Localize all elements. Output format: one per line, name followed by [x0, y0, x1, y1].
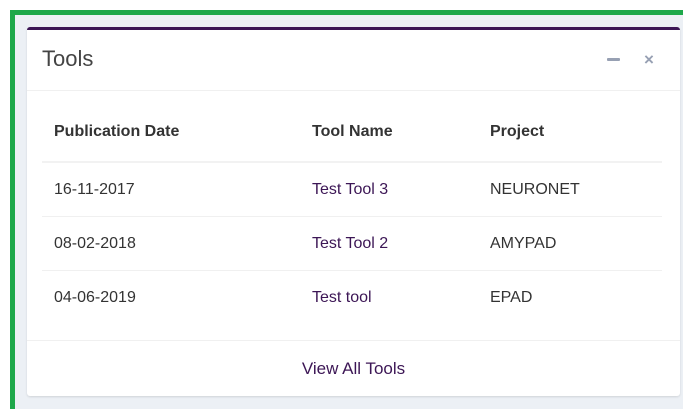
header-publication-date: Publication Date — [42, 103, 300, 163]
tool-name-cell: Test tool — [300, 271, 478, 325]
box-title: Tools — [42, 46, 94, 71]
tools-box: Tools × Publication Date Tool Name Proje… — [27, 27, 680, 396]
minus-icon — [606, 57, 620, 61]
remove-button[interactable]: × — [639, 48, 659, 70]
project-cell: EPAD — [490, 288, 533, 306]
project-cell: NEURONET — [478, 162, 662, 217]
tool-link[interactable]: Test Tool 3 — [312, 181, 388, 198]
box-footer: View All Tools — [27, 340, 680, 396]
box-header: Tools × — [27, 30, 680, 91]
project-cell: AMYPAD — [478, 216, 662, 271]
table-row: 16-11-2017 Test Tool 3 NEURONET — [42, 162, 662, 217]
tools-table: Publication Date Tool Name Project 16-11… — [42, 103, 662, 324]
table-row: 08-02-2018 Test Tool 2 AMYPAD — [42, 216, 662, 271]
view-all-tools-link[interactable]: View All Tools — [302, 359, 405, 379]
tool-link[interactable]: Test tool — [312, 289, 372, 306]
table-row: 04-06-2019 Test tool EPAD — [42, 271, 662, 325]
tool-link[interactable]: Test Tool 2 — [312, 235, 388, 252]
tool-name-cell: Test Tool 2 — [300, 216, 478, 271]
header-project: Project — [478, 103, 662, 163]
header-tool-name: Tool Name — [300, 103, 478, 163]
collapse-button[interactable] — [603, 48, 623, 70]
tool-name-cell: Test Tool 3 — [300, 162, 478, 217]
publication-date-cell: 16-11-2017 — [42, 162, 300, 217]
close-icon: × — [644, 49, 654, 69]
table-header-row: Publication Date Tool Name Project — [42, 103, 662, 163]
publication-date-cell: 08-02-2018 — [42, 216, 300, 271]
publication-date-cell: 04-06-2019 — [54, 288, 136, 306]
